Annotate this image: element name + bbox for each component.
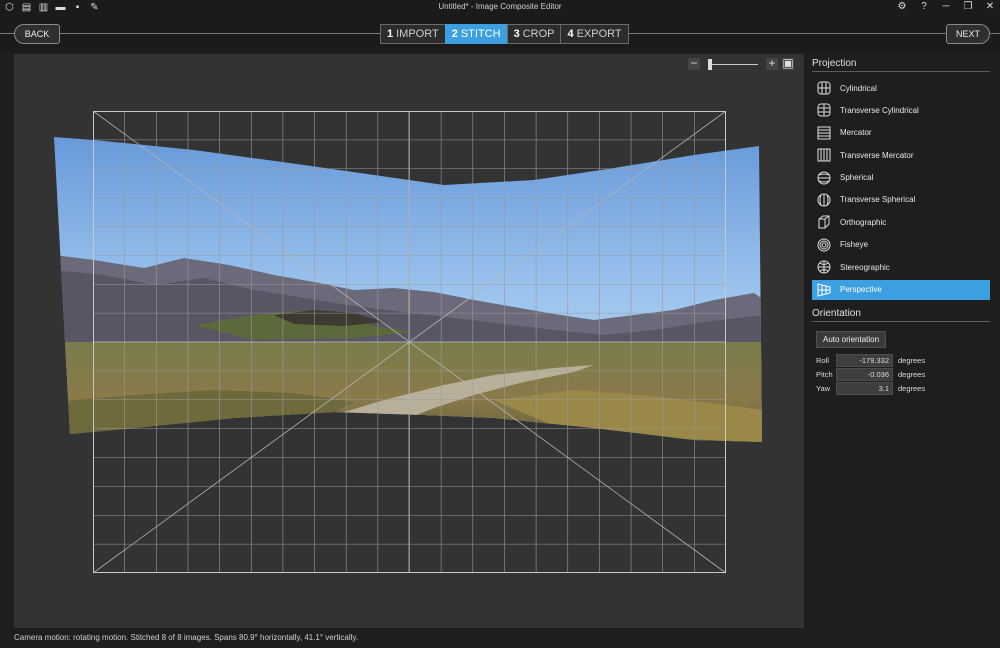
pitch-row: Pitch -0.036 degrees [816,368,990,382]
next-button[interactable]: NEXT [946,24,990,44]
back-button[interactable]: BACK [14,24,60,44]
step-stitch[interactable]: 2 STITCH [444,24,508,44]
projection-orthographic[interactable]: Orthographic [812,212,990,232]
projection-label: Cylindrical [840,83,877,93]
step-label: STITCH [460,28,501,40]
gear-icon[interactable]: ⚙ [896,1,908,12]
status-bar-text: Camera motion: rotating motion. Stitched… [14,633,359,642]
step-label: CROP [522,28,555,40]
yaw-row: Yaw 3.1 degrees [816,382,990,396]
step-import[interactable]: 1 IMPORT [380,24,446,44]
step-crop[interactable]: 3 CROP [506,24,562,44]
orientation-title: Orientation [812,308,990,322]
cylindrical-icon [817,81,831,95]
projection-label: Stereographic [840,262,890,272]
zoom-control: − + ▣ [688,56,804,72]
perspective-icon [817,282,831,297]
yaw-unit: degrees [898,384,926,394]
step-number: 2 [451,28,458,40]
projection-fisheye[interactable]: Fisheye [812,235,990,255]
pitch-unit: degrees [898,370,926,380]
transverse-cylindrical-icon [817,103,831,117]
projection-perspective[interactable]: Perspective [812,279,990,300]
projection-list: Cylindrical Transverse Cylindrical Merca… [812,78,990,300]
projection-label: Transverse Spherical [840,195,916,205]
perspective-grid-overlay[interactable] [93,111,727,574]
workflow-step-bar: BACK 1 IMPORT 2 STITCH 3 CROP 4 EXPORT NEXT [0,16,1000,52]
roll-input[interactable]: -179.332 [836,354,893,368]
projection-label: Transverse Mercator [840,150,914,160]
projection-transverse-spherical[interactable]: Transverse Spherical [812,190,990,210]
projection-label: Spherical [840,173,874,183]
projection-title: Projection [812,58,990,72]
close-button[interactable]: ✕ [984,1,996,12]
projection-transverse-cylindrical[interactable]: Transverse Cylindrical [812,100,990,120]
projection-cylindrical[interactable]: Cylindrical [812,78,990,98]
auto-orientation-button[interactable]: Auto orientation [816,330,887,348]
roll-unit: degrees [898,356,926,366]
minimize-button[interactable]: ─ [940,1,952,12]
transverse-spherical-icon [817,193,831,207]
spherical-icon [817,171,831,185]
step-label: IMPORT [396,28,439,40]
workflow-steps: 1 IMPORT 2 STITCH 3 CROP 4 EXPORT [380,24,629,44]
pitch-label: Pitch [816,370,833,380]
projection-spherical[interactable]: Spherical [812,168,990,188]
fit-to-window-icon[interactable]: ▣ [782,57,794,70]
zoom-in-button[interactable]: + [766,57,778,70]
projection-transverse-mercator[interactable]: Transverse Mercator [812,145,990,165]
step-number: 1 [387,28,394,40]
restore-button[interactable]: ❐ [962,1,974,12]
projection-mercator[interactable]: Mercator [812,123,990,143]
fisheye-icon [817,238,831,252]
window-title: Untitled* - Image Composite Editor [438,2,562,11]
projection-stereographic[interactable]: Stereographic [812,257,990,277]
transverse-mercator-icon [817,148,831,162]
pitch-input[interactable]: -0.036 [836,368,893,382]
zoom-slider-thumb[interactable] [708,58,712,70]
zoom-out-button[interactable]: − [688,57,700,70]
step-label: EXPORT [576,28,622,40]
projection-label: Fisheye [840,240,869,250]
settings-panel: Projection Cylindrical Transverse Cylind… [812,54,990,628]
help-button[interactable]: ? [918,1,930,12]
step-export[interactable]: 4 EXPORT [560,24,629,44]
projection-label: Orthographic [840,217,887,227]
title-bar: ⬡ ▤ ▥ ▬ ▪ ✎ Untitled* - Image Composite … [0,0,1000,16]
zoom-slider[interactable] [708,58,758,70]
step-number: 3 [513,28,520,40]
step-number: 4 [567,28,574,40]
yaw-input[interactable]: 3.1 [836,382,893,396]
roll-row: Roll -179.332 degrees [816,354,990,368]
roll-label: Roll [816,356,829,366]
yaw-label: Yaw [816,384,831,394]
projection-label: Mercator [840,128,872,138]
stereographic-icon [817,260,831,274]
orthographic-icon [818,215,830,229]
projection-label: Perspective [840,285,882,295]
mercator-icon [817,126,831,140]
projection-label: Transverse Cylindrical [840,105,919,115]
